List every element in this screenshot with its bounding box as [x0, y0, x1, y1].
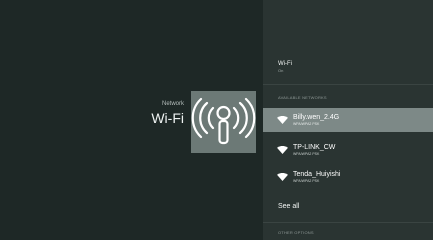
- breadcrumb-network: Network: [161, 101, 184, 107]
- left-caption: Network Wi-Fi: [151, 100, 184, 127]
- network-security: WPA/WPA2 PSK: [293, 152, 320, 156]
- page-title: Wi-Fi: [151, 110, 184, 126]
- network-item-2[interactable]: Tenda_Huiyishi WPA/WPA2 PSK: [263, 165, 433, 189]
- network-security: WPA/WPA2 PSK: [293, 122, 320, 126]
- network-item-0[interactable]: Billy.wen_2.4G WPA/WPA2 PSK: [263, 108, 433, 132]
- divider: [263, 84, 433, 85]
- network-name: TP-LINK_CW: [293, 144, 336, 151]
- network-security: WPA/WPA2 PSK: [293, 179, 320, 183]
- network-item-1[interactable]: TP-LINK_CW WPA/WPA2 PSK: [263, 138, 433, 162]
- divider: [263, 222, 433, 223]
- wifi-toggle-title: Wi-Fi: [278, 61, 292, 67]
- wifi-signal-icon: [277, 116, 288, 124]
- section-label-other: OTHER OPTIONS: [278, 230, 314, 235]
- see-all-button[interactable]: See all: [278, 202, 299, 211]
- wifi-signal-icon: [277, 146, 288, 154]
- network-name: Tenda_Huiyishi: [293, 171, 341, 178]
- network-list-panel: Wi-Fi On AVAILABLE NETWORKS Billy.wen_2.…: [263, 0, 433, 240]
- wifi-antenna-icon: [191, 91, 256, 153]
- section-label-available: AVAILABLE NETWORKS: [278, 95, 327, 100]
- left-panel: Network Wi-Fi: [0, 0, 263, 240]
- wifi-signal-icon: [277, 173, 288, 181]
- wifi-toggle-row[interactable]: Wi-Fi On: [263, 60, 433, 74]
- wifi-settings-screen: Network Wi-Fi Wi-Fi On AVAILABLE NETWORK…: [0, 0, 433, 240]
- network-name: Billy.wen_2.4G: [293, 114, 340, 121]
- wifi-toggle-status: On: [278, 68, 284, 73]
